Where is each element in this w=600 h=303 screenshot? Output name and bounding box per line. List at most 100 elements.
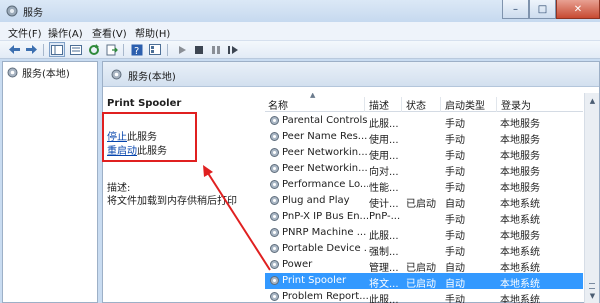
pane-header: 服务(本地) xyxy=(103,62,599,87)
service-status: 已启动 xyxy=(406,199,436,210)
refresh-button[interactable] xyxy=(86,42,102,57)
gear-icon xyxy=(270,116,279,125)
gear-icon xyxy=(270,164,279,173)
service-startup-type: 手动 xyxy=(445,215,465,226)
column-header-startup-type[interactable]: 启动类型 xyxy=(442,97,497,112)
service-log-on-as: 本地服务 xyxy=(500,135,540,146)
service-name: Peer Networkin... xyxy=(282,147,368,158)
vertical-scrollbar[interactable]: ▲ ▼ xyxy=(584,93,599,303)
stop-icon xyxy=(195,45,203,54)
service-log-on-as: 本地服务 xyxy=(500,183,540,194)
gear-icon xyxy=(270,228,279,237)
service-log-on-as: 本地系统 xyxy=(500,247,540,258)
service-log-on-as: 本地系统 xyxy=(500,263,540,274)
service-row[interactable]: Portable Device ... 强制... 手动 本地系统 xyxy=(265,241,583,258)
scroll-down-button[interactable]: ▼ xyxy=(586,289,599,302)
help-icon: ? xyxy=(131,44,143,56)
service-startup-type: 自动 xyxy=(445,263,465,274)
service-description: 此服... xyxy=(369,119,399,130)
scroll-up-button[interactable]: ▲ xyxy=(586,94,599,107)
service-row[interactable]: Parental Controls 此服... 手动 本地服务 xyxy=(265,113,583,130)
service-description: 使计... xyxy=(369,199,399,210)
restart-service-button[interactable] xyxy=(225,42,241,57)
title-bar: 服务 – □ ✕ xyxy=(0,0,600,22)
maximize-button[interactable]: □ xyxy=(529,0,556,19)
back-button[interactable] xyxy=(6,42,22,57)
refresh-icon xyxy=(89,43,99,55)
service-name: PNRP Machine ... xyxy=(282,227,367,238)
stop-service-button[interactable] xyxy=(191,42,207,57)
svg-text:?: ? xyxy=(134,46,139,56)
pause-service-button[interactable] xyxy=(208,42,224,57)
service-startup-type: 手动 xyxy=(445,167,465,178)
selected-service-title: Print Spooler xyxy=(107,98,182,109)
service-log-on-as: 本地服务 xyxy=(500,151,540,162)
minimize-button[interactable]: – xyxy=(502,0,529,19)
service-description: 强制... xyxy=(369,247,399,258)
service-description: PnP-... xyxy=(369,211,401,222)
service-name: Portable Device ... xyxy=(282,243,368,254)
column-header-description[interactable]: 描述 xyxy=(366,97,402,112)
pause-icon xyxy=(212,45,220,54)
service-row[interactable]: Performance Lo... 性能... 手动 本地服务 xyxy=(265,177,583,194)
service-description: 管理... xyxy=(369,263,399,274)
menu-help[interactable]: 帮助(H) xyxy=(135,25,170,40)
scroll-up-icon: ▲ xyxy=(589,96,596,105)
gear-icon xyxy=(270,276,279,285)
close-button[interactable]: ✕ xyxy=(556,0,600,19)
details-view-button[interactable] xyxy=(147,42,163,57)
gear-icon xyxy=(270,292,279,301)
service-log-on-as: 本地服务 xyxy=(500,119,540,130)
column-header-log-on-as[interactable]: 登录为 xyxy=(498,97,583,112)
back-arrow-icon xyxy=(8,45,20,54)
help-button[interactable]: ? xyxy=(129,42,145,57)
service-startup-type: 手动 xyxy=(445,247,465,258)
service-row[interactable]: PnP-X IP Bus En... PnP-... 手动 本地系统 xyxy=(265,209,583,226)
play-icon xyxy=(179,45,186,54)
pane-header-title: 服务(本地) xyxy=(128,72,176,83)
service-log-on-as: 本地服务 xyxy=(500,167,540,178)
forward-arrow-icon xyxy=(25,45,37,54)
service-row[interactable]: Power 管理... 已启动 自动 本地系统 xyxy=(265,257,583,274)
properties-view-button[interactable] xyxy=(68,42,84,57)
details-icon xyxy=(149,44,161,55)
service-status: 已启动 xyxy=(406,279,436,290)
service-log-on-as: 本地服务 xyxy=(500,231,540,242)
service-startup-type: 自动 xyxy=(445,279,465,290)
column-header-name[interactable]: 名称 xyxy=(265,97,365,112)
maximize-icon: □ xyxy=(537,3,548,15)
service-row[interactable]: Peer Name Res... 使用... 手动 本地服务 xyxy=(265,129,583,146)
service-description: 将文... xyxy=(369,279,399,290)
column-header-status[interactable]: 状态 xyxy=(403,97,441,112)
gear-icon xyxy=(270,148,279,157)
tree-item-services-local[interactable]: 服务(本地) xyxy=(6,65,70,80)
service-name: Problem Report... xyxy=(282,291,368,302)
menu-view[interactable]: 查看(V) xyxy=(92,25,127,40)
menu-file[interactable]: 文件(F) xyxy=(8,25,42,40)
service-name: PnP-X IP Bus En... xyxy=(282,211,368,222)
service-name: Plug and Play xyxy=(282,195,350,206)
services-main-pane: 服务(本地) Print Spooler 停止此服务 重启动此服务 描述: 将文… xyxy=(102,61,600,303)
menu-bar: 文件(F) 操作(A) 查看(V) 帮助(H) xyxy=(0,22,600,41)
service-row[interactable]: Plug and Play 使计... 已启动 自动 本地系统 xyxy=(265,193,583,210)
services-app-icon xyxy=(6,5,18,17)
show-tree-button[interactable] xyxy=(49,42,65,57)
service-row[interactable]: Peer Networkin... 使用... 手动 本地服务 xyxy=(265,145,583,162)
gear-icon xyxy=(270,244,279,253)
service-name: Parental Controls xyxy=(282,115,368,126)
description-text: 将文件加载到内存供稍后打印 xyxy=(107,196,237,207)
minimize-icon: – xyxy=(513,3,518,15)
service-row[interactable]: Print Spooler 将文... 已启动 自动 本地系统 xyxy=(265,273,583,290)
service-row[interactable]: Problem Report... 此服... 手动 本地系统 xyxy=(265,289,583,303)
export-list-button[interactable] xyxy=(104,42,120,57)
service-row[interactable]: Peer Networkin... 向对... 手动 本地服务 xyxy=(265,161,583,178)
window-title: 服务 xyxy=(23,8,43,19)
menu-action[interactable]: 操作(A) xyxy=(48,25,83,40)
start-service-button[interactable] xyxy=(174,42,190,57)
service-row[interactable]: PNRP Machine ... 此服... 手动 本地服务 xyxy=(265,225,583,242)
service-description: 此服... xyxy=(369,295,399,303)
gear-icon xyxy=(270,196,279,205)
list-view-icon xyxy=(70,44,82,55)
annotation-highlight-box xyxy=(102,112,197,162)
forward-button[interactable] xyxy=(23,42,39,57)
